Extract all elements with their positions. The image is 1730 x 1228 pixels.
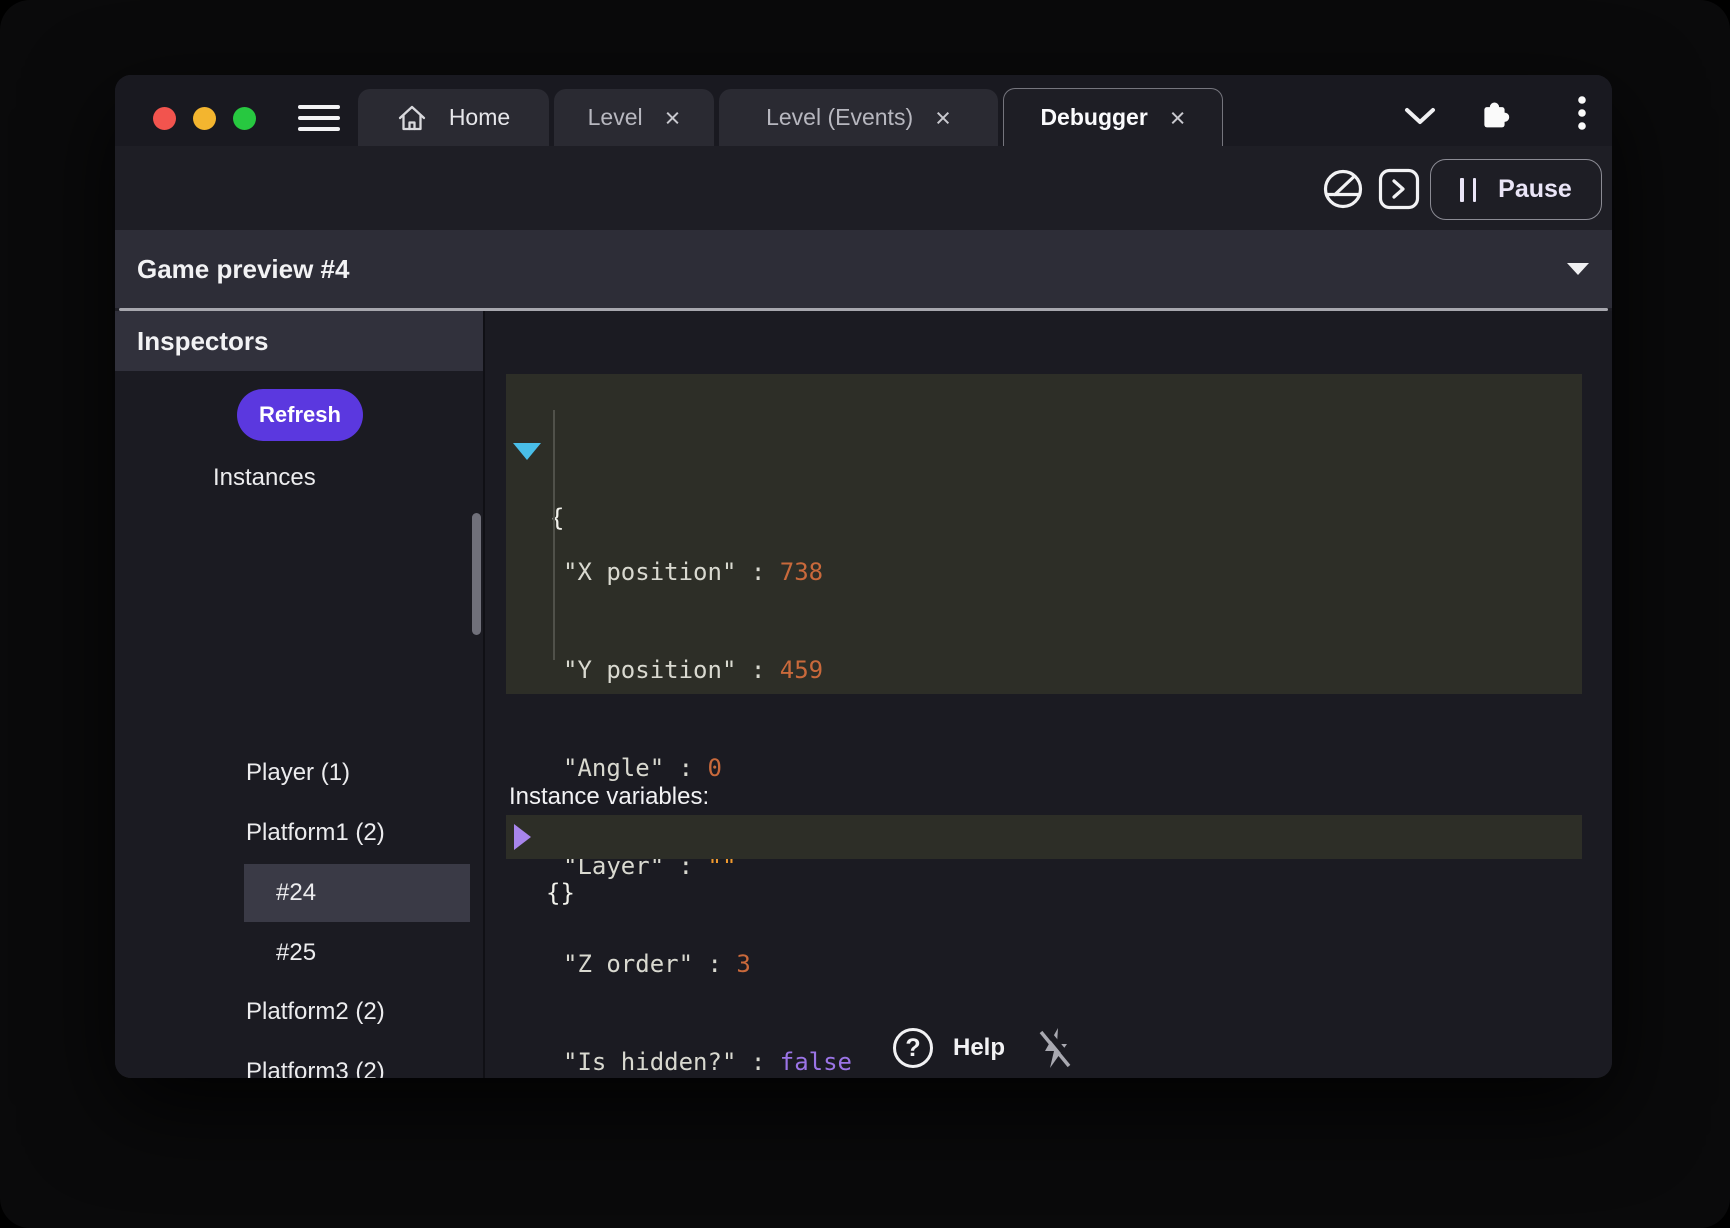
refresh-button[interactable]: Refresh xyxy=(237,389,363,441)
json-row-z-order: "Z order" : 3 xyxy=(506,943,1582,985)
close-tab-icon[interactable]: × xyxy=(665,108,681,128)
tab-debugger[interactable]: Debugger × xyxy=(1003,88,1223,146)
json-colon: : xyxy=(736,656,779,684)
tab-home[interactable]: Home xyxy=(358,89,549,146)
json-row-x-position: "X position" : 738 xyxy=(506,551,1582,593)
close-tab-icon[interactable]: × xyxy=(1170,108,1186,128)
chevron-down-icon[interactable] xyxy=(1403,106,1437,126)
json-value: 459 xyxy=(780,656,823,684)
sidebar-scrollbar-thumb[interactable] xyxy=(472,513,481,635)
variables-empty-object: {} xyxy=(546,871,575,915)
json-value: false xyxy=(780,1048,852,1076)
json-key: "Z order" xyxy=(563,950,693,978)
sidebar-item-platform1[interactable]: Platform1 (2) xyxy=(246,804,385,862)
pause-label: Pause xyxy=(1498,175,1572,204)
kebab-menu-icon[interactable] xyxy=(1577,95,1587,131)
indent-guide xyxy=(553,410,555,660)
collapse-triangle-icon[interactable] xyxy=(513,443,541,460)
general-json-tree: { "X position" : 738 "Y position" : 459 … xyxy=(506,374,1582,694)
game-preview-title: Game preview #4 xyxy=(137,230,349,308)
sidebar-item-platform2[interactable]: Platform2 (2) xyxy=(246,983,385,1041)
json-colon: : xyxy=(736,1048,779,1076)
instance-variables-tree: {} xyxy=(506,815,1582,859)
console-icon[interactable] xyxy=(1377,167,1421,211)
maximize-window-button[interactable] xyxy=(233,107,256,130)
json-key: "Y position" xyxy=(563,656,736,684)
tab-level[interactable]: Level × xyxy=(554,89,714,146)
flash-off-icon[interactable] xyxy=(1036,1025,1076,1071)
help-button[interactable]: ? Help xyxy=(893,1028,1005,1068)
screen-backdrop: Home Level × Level (Events) × Debugger × xyxy=(0,0,1730,1228)
close-tab-icon[interactable]: × xyxy=(935,108,951,128)
expand-triangle-icon[interactable] xyxy=(514,824,531,850)
profiler-gauge-icon[interactable] xyxy=(1320,166,1366,212)
json-value: 3 xyxy=(736,950,750,978)
json-colon: : xyxy=(736,558,779,586)
sidebar-item-instance-24[interactable]: #24 xyxy=(276,864,316,922)
question-mark-icon: ? xyxy=(893,1028,933,1068)
inspectors-sidebar: Inspectors Refresh Instances Player (1) … xyxy=(115,311,483,1078)
extensions-puzzle-icon[interactable] xyxy=(1480,97,1514,129)
pause-icon xyxy=(1460,178,1476,202)
json-key: "Angle" xyxy=(563,754,664,782)
game-preview-selector[interactable]: Game preview #4 xyxy=(115,230,1612,308)
minimize-window-button[interactable] xyxy=(193,107,216,130)
pause-button[interactable]: Pause xyxy=(1430,159,1602,220)
json-colon: : xyxy=(664,754,707,782)
instances-tree-root[interactable]: Instances xyxy=(213,449,316,507)
home-icon xyxy=(397,104,427,132)
tab-label: Debugger xyxy=(1040,104,1147,131)
hamburger-menu-icon[interactable] xyxy=(298,104,340,132)
sidebar-item-instance-25[interactable]: #25 xyxy=(276,924,316,982)
json-value: 738 xyxy=(780,558,823,586)
content-area: Inspectors Refresh Instances Player (1) … xyxy=(115,311,1612,1078)
tab-label: Level xyxy=(588,104,643,131)
sidebar-header-label: Inspectors xyxy=(137,311,269,371)
dropdown-caret-icon[interactable] xyxy=(1567,263,1589,275)
app-window: Home Level × Level (Events) × Debugger × xyxy=(115,75,1612,1078)
close-window-button[interactable] xyxy=(153,107,176,130)
json-key: "Is hidden?" xyxy=(563,1048,736,1076)
tab-label: Home xyxy=(449,104,510,131)
json-value: 0 xyxy=(708,754,722,782)
sidebar-item-platform3[interactable]: Platform3 (2) xyxy=(246,1043,385,1078)
titlebar: Home Level × Level (Events) × Debugger × xyxy=(115,75,1612,146)
tab-bar: Home Level × Level (Events) × Debugger × xyxy=(358,89,1223,146)
inspector-main: General: { "X position" : 738 "Y positio… xyxy=(485,311,1612,1078)
json-colon: : xyxy=(693,950,736,978)
sidebar-header: Inspectors xyxy=(115,311,483,371)
instance-variables-label: Instance variables: xyxy=(509,783,709,811)
json-open-row: { xyxy=(506,433,1582,467)
json-row-y-position: "Y position" : 459 xyxy=(506,649,1582,691)
debugger-toolbar: Pause xyxy=(115,146,1612,230)
tab-label: Level (Events) xyxy=(766,104,913,131)
tab-level-events[interactable]: Level (Events) × xyxy=(719,89,998,146)
help-label: Help xyxy=(953,1034,1005,1062)
sidebar-item-player[interactable]: Player (1) xyxy=(246,744,350,802)
